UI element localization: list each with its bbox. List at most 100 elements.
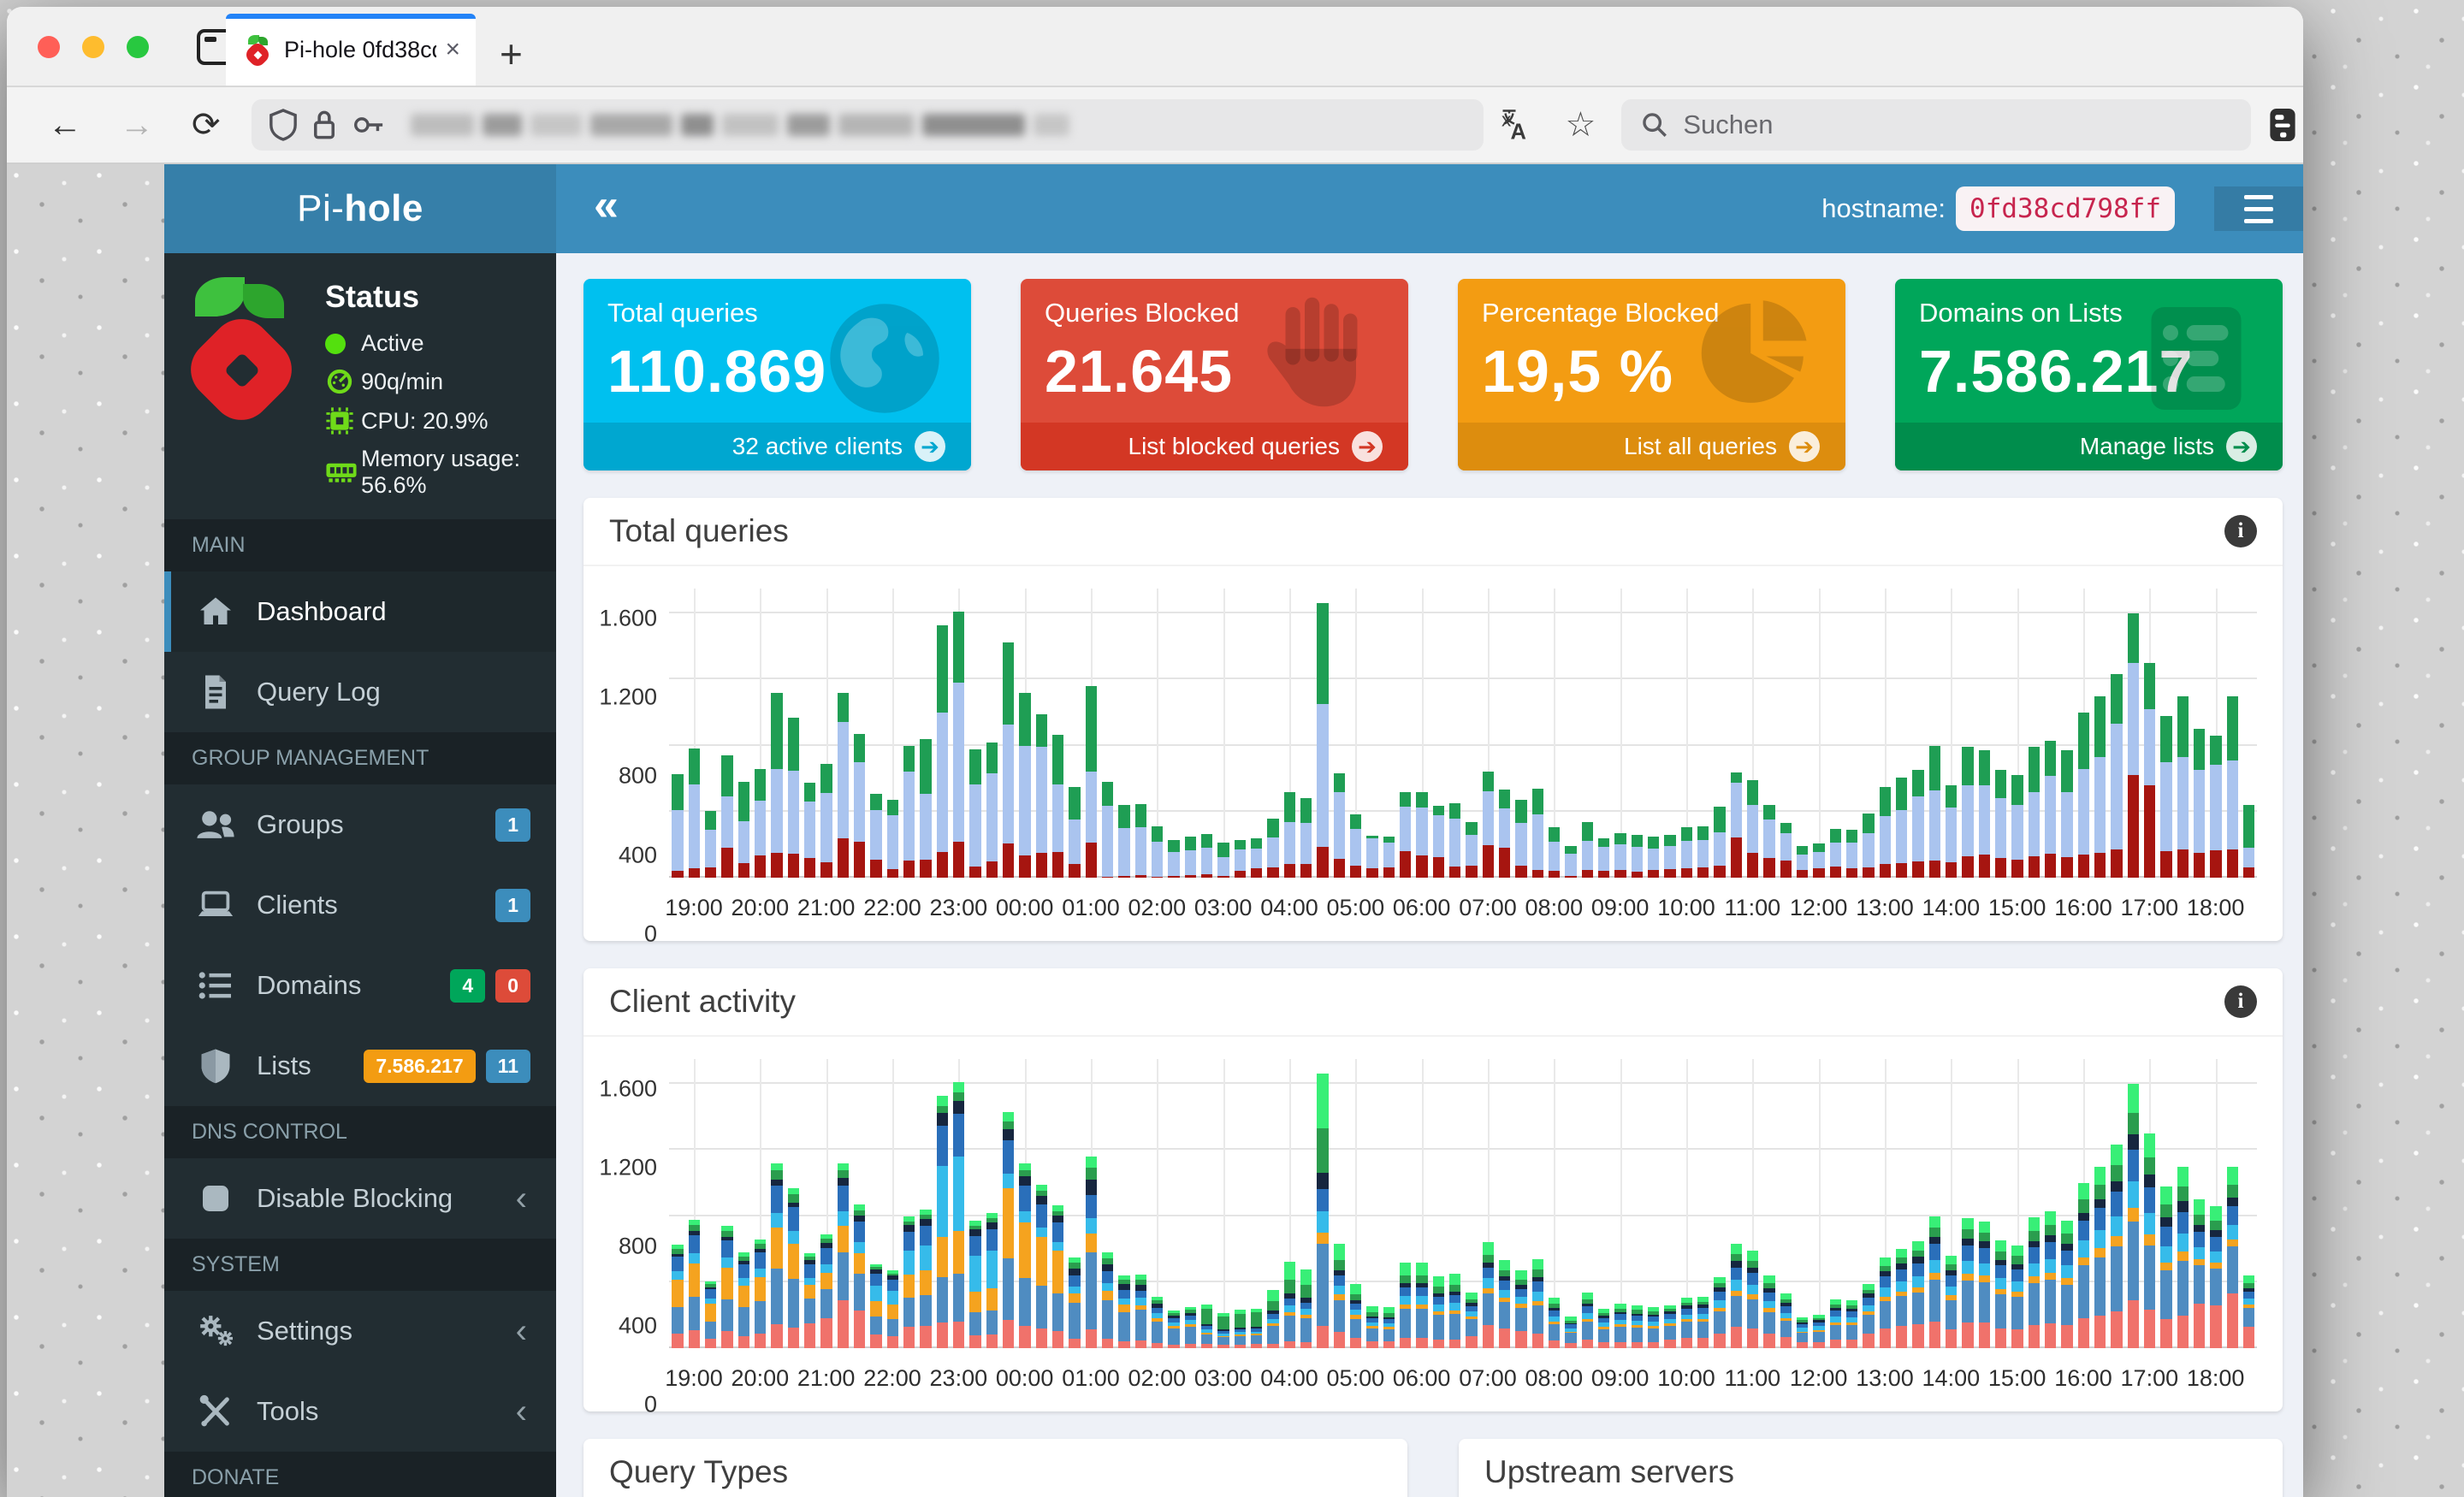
- chart-bar[interactable]: [920, 738, 932, 878]
- chart-bar[interactable]: [1912, 1240, 1924, 1348]
- chart-bar[interactable]: [1995, 770, 2007, 878]
- chart-bar[interactable]: [1449, 803, 1461, 878]
- chart-bar[interactable]: [2111, 1145, 2123, 1348]
- chart-bar[interactable]: [1003, 1112, 1015, 1348]
- chart-bar[interactable]: [1962, 1217, 1974, 1348]
- chart-bar[interactable]: [1946, 784, 1958, 878]
- chart-bar[interactable]: [672, 774, 684, 878]
- chart-bar[interactable]: [1797, 846, 1809, 878]
- chart-bar[interactable]: [1747, 1251, 1759, 1348]
- chart-bar[interactable]: [1069, 786, 1081, 878]
- chart-bar[interactable]: [1928, 745, 1940, 878]
- chart-bar[interactable]: [721, 755, 733, 878]
- browser-tab[interactable]: Pi-hole 0fd38cd798ff ×: [226, 14, 476, 86]
- chart-bar[interactable]: [1085, 1156, 1097, 1348]
- chart-bar[interactable]: [1581, 1293, 1593, 1348]
- chart-bar[interactable]: [1846, 830, 1858, 878]
- shield-icon[interactable]: [269, 109, 298, 141]
- chart-bar[interactable]: [771, 692, 783, 878]
- chart-bar[interactable]: [1035, 713, 1047, 878]
- pihole-brand[interactable]: Pi-hole: [164, 164, 556, 253]
- chart-bar[interactable]: [986, 742, 998, 878]
- total-queries-chart[interactable]: [669, 589, 2257, 878]
- chart-bar[interactable]: [1300, 1269, 1312, 1348]
- chart-bar[interactable]: [1283, 1262, 1295, 1348]
- chart-bar[interactable]: [1763, 1275, 1775, 1348]
- tab-close-icon[interactable]: ×: [445, 35, 460, 64]
- chart-bar[interactable]: [1317, 603, 1329, 878]
- chart-bar[interactable]: [1995, 1240, 2007, 1348]
- chart-bar[interactable]: [1300, 798, 1312, 878]
- sidebar-item-query-log[interactable]: Query Log: [164, 652, 556, 732]
- chart-bar[interactable]: [2011, 775, 2023, 878]
- chart-bar[interactable]: [1003, 642, 1015, 878]
- chart-bar[interactable]: [1565, 1317, 1577, 1348]
- chart-bar[interactable]: [1134, 804, 1146, 878]
- chart-bar[interactable]: [705, 1281, 717, 1348]
- chart-bar[interactable]: [886, 1270, 898, 1348]
- chart-bar[interactable]: [1697, 826, 1709, 878]
- chart-bar[interactable]: [1863, 813, 1875, 878]
- chart-bar[interactable]: [1879, 786, 1891, 878]
- chart-bar[interactable]: [1598, 837, 1610, 878]
- chart-bar[interactable]: [2028, 747, 2040, 878]
- chart-bar[interactable]: [1201, 1304, 1213, 1348]
- chart-bar[interactable]: [1664, 834, 1676, 878]
- chart-bar[interactable]: [1482, 1242, 1494, 1348]
- chart-bar[interactable]: [1614, 1303, 1626, 1348]
- chart-bar[interactable]: [1234, 1310, 1246, 1348]
- chart-bar[interactable]: [1648, 1306, 1660, 1348]
- chart-bar[interactable]: [1797, 1317, 1809, 1348]
- chart-bar[interactable]: [1366, 1305, 1378, 1348]
- chart-bar[interactable]: [2144, 662, 2156, 878]
- chart-bar[interactable]: [705, 810, 717, 878]
- chart-bar[interactable]: [2061, 1221, 2073, 1348]
- chart-bar[interactable]: [2194, 729, 2206, 878]
- chart-bar[interactable]: [1614, 832, 1626, 878]
- chart-bar[interactable]: [2045, 1210, 2057, 1348]
- chart-bar[interactable]: [2160, 1186, 2172, 1348]
- chart-bar[interactable]: [1118, 1275, 1130, 1348]
- chart-bar[interactable]: [2226, 695, 2238, 878]
- chart-bar[interactable]: [1184, 836, 1196, 878]
- chart-bar[interactable]: [1846, 1300, 1858, 1348]
- chart-bar[interactable]: [2077, 712, 2089, 878]
- chart-bar[interactable]: [1052, 1204, 1064, 1348]
- chart-bar[interactable]: [1152, 826, 1164, 878]
- chart-bar[interactable]: [2243, 1275, 2255, 1348]
- chart-bar[interactable]: [1499, 1259, 1511, 1348]
- chart-bar[interactable]: [1598, 1308, 1610, 1348]
- chart-bar[interactable]: [2111, 674, 2123, 878]
- chart-bar[interactable]: [1085, 686, 1097, 878]
- chart-bar[interactable]: [936, 1095, 948, 1348]
- chart-bar[interactable]: [1565, 846, 1577, 878]
- chart-bar[interactable]: [820, 1234, 832, 1348]
- chart-bar[interactable]: [1019, 692, 1031, 878]
- chart-bar[interactable]: [1896, 1248, 1908, 1348]
- chart-bar[interactable]: [1201, 833, 1213, 878]
- chart-bar[interactable]: [1350, 814, 1362, 878]
- chart-bar[interactable]: [737, 782, 749, 878]
- chart-bar[interactable]: [2160, 715, 2172, 878]
- sidebar-item-settings[interactable]: Settings ‹: [164, 1291, 556, 1371]
- chart-bar[interactable]: [2194, 1199, 2206, 1348]
- chart-bar[interactable]: [1631, 1305, 1643, 1348]
- chart-bar[interactable]: [1267, 819, 1279, 878]
- chart-bar[interactable]: [737, 1252, 749, 1348]
- chart-bar[interactable]: [1896, 778, 1908, 878]
- url-bar[interactable]: [251, 99, 1484, 151]
- chart-bar[interactable]: [2028, 1217, 2040, 1348]
- chart-bar[interactable]: [787, 717, 799, 878]
- chart-bar[interactable]: [1184, 1306, 1196, 1348]
- chart-bar[interactable]: [1962, 747, 1974, 878]
- card-footer-link[interactable]: 32 active clients ➔: [583, 423, 971, 470]
- sidebar-item-lists[interactable]: Lists 7.586.217 11: [164, 1026, 556, 1106]
- chart-bar[interactable]: [2127, 1084, 2139, 1348]
- chart-bar[interactable]: [1763, 805, 1775, 878]
- close-window-button[interactable]: [38, 36, 60, 58]
- chart-bar[interactable]: [1531, 788, 1543, 878]
- chart-bar[interactable]: [1333, 773, 1345, 878]
- sidebar-item-tools[interactable]: Tools ‹: [164, 1371, 556, 1452]
- chart-bar[interactable]: [1019, 1163, 1031, 1348]
- chart-bar[interactable]: [1234, 839, 1246, 878]
